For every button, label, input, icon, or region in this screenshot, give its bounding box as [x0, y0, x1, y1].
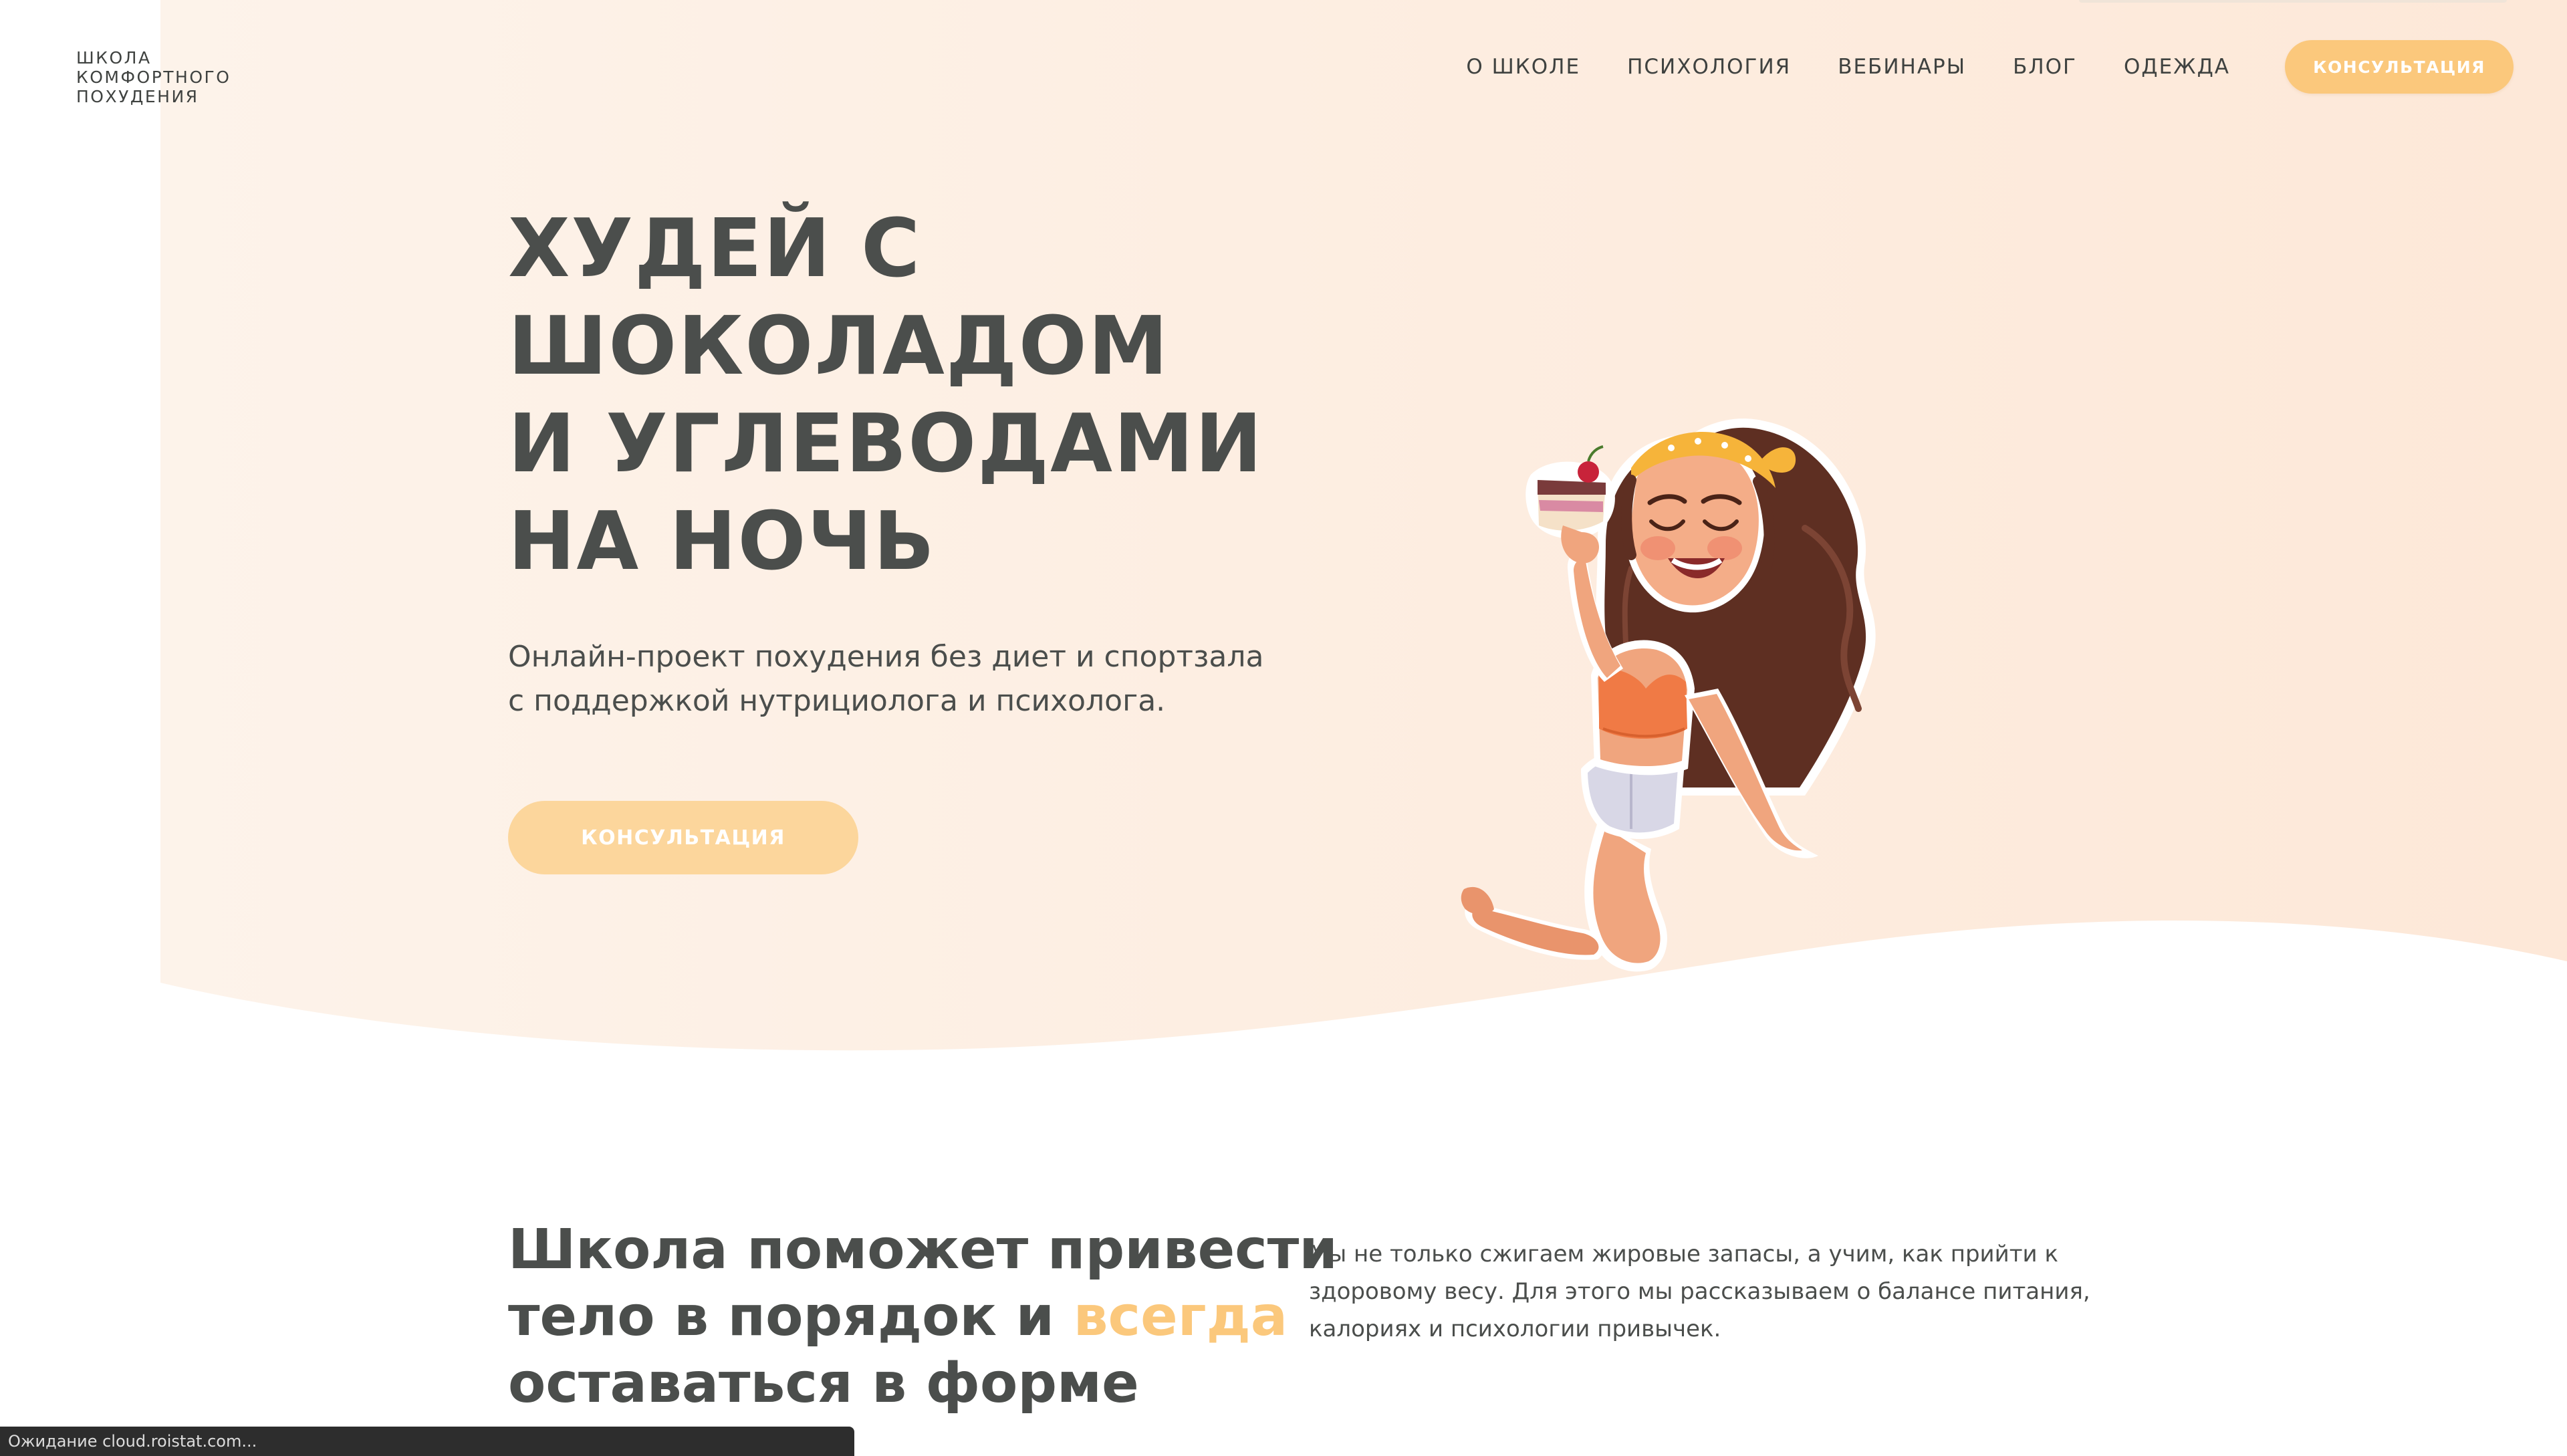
- section-heading: Школа поможет привести тело в порядок и …: [508, 1217, 1338, 1417]
- nav-item-clothing[interactable]: ОДЕЖДА: [2124, 55, 2230, 79]
- section-heading-line: тело в порядок и всегда: [508, 1284, 1338, 1350]
- nav-item-psychology[interactable]: ПСИХОЛОГИЯ: [1627, 55, 1791, 79]
- hero-background: [0, 0, 2567, 1070]
- top-edge-tab: [2079, 0, 2507, 3]
- nav-item-about-school[interactable]: О ШКОЛЕ: [1466, 55, 1580, 79]
- hero-title-line: НА НОЧЬ: [508, 495, 936, 588]
- hero-subtitle-line: Онлайн-проект похудения без диет и спорт…: [508, 640, 1264, 674]
- nav-consultation-button[interactable]: КОНСУЛЬТАЦИЯ: [2285, 40, 2514, 94]
- page: ШКОЛА КОМФОРТНОГО ПОХУДЕНИЯ О ШКОЛЕ ПСИХ…: [0, 0, 2567, 1456]
- nav-item-blog[interactable]: БЛОГ: [2013, 55, 2077, 79]
- hero-title-line: ХУДЕЙ С: [508, 203, 922, 295]
- section-description-line: калориях и психологии привычек.: [1309, 1316, 1721, 1342]
- logo-line-1: ШКОЛА: [76, 48, 152, 68]
- hero-title-line: ШОКОЛАДОМ: [508, 300, 1170, 393]
- section-description-line: Мы не только сжигаем жировые запасы, а у…: [1309, 1241, 2058, 1267]
- hero-subtitle: Онлайн-проект похудения без диет и спорт…: [508, 635, 1263, 723]
- browser-status-bar: Ожидание cloud.roistat.com...: [0, 1427, 854, 1456]
- hero-title: ХУДЕЙ С ШОКОЛАДОМ И УГЛЕВОДАМИ НА НОЧЬ: [508, 201, 1263, 591]
- hero-consultation-button[interactable]: КОНСУЛЬТАЦИЯ: [508, 801, 858, 874]
- logo-line-2: КОМФОРТНОГО: [76, 68, 231, 87]
- logo[interactable]: ШКОЛА КОМФОРТНОГО ПОХУДЕНИЯ: [76, 48, 231, 106]
- logo-line-3: ПОХУДЕНИЯ: [76, 87, 199, 106]
- section-heading-line: Школа поможет привести: [508, 1218, 1338, 1282]
- section-description: Мы не только сжигаем жировые запасы, а у…: [1309, 1235, 2111, 1348]
- section-heading-line: оставаться в форме: [508, 1352, 1139, 1415]
- section-description-line: здоровому весу. Для этого мы рассказывае…: [1309, 1278, 2090, 1305]
- section-heading-text: тело в порядок и: [508, 1285, 1074, 1348]
- hero-subtitle-line: с поддержкой нутрициолога и психолога.: [508, 684, 1166, 718]
- hero-title-line: И УГЛЕВОДАМИ: [508, 398, 1263, 491]
- status-text: Ожидание cloud.roistat.com...: [8, 1432, 257, 1451]
- nav-item-webinars[interactable]: ВЕБИНАРЫ: [1838, 55, 1966, 79]
- girl-eating-cake-illustration: [1431, 394, 1912, 1009]
- section-heading-accent: всегда: [1073, 1285, 1288, 1348]
- main-nav: О ШКОЛЕ ПСИХОЛОГИЯ ВЕБИНАРЫ БЛОГ ОДЕЖДА …: [1466, 40, 2514, 94]
